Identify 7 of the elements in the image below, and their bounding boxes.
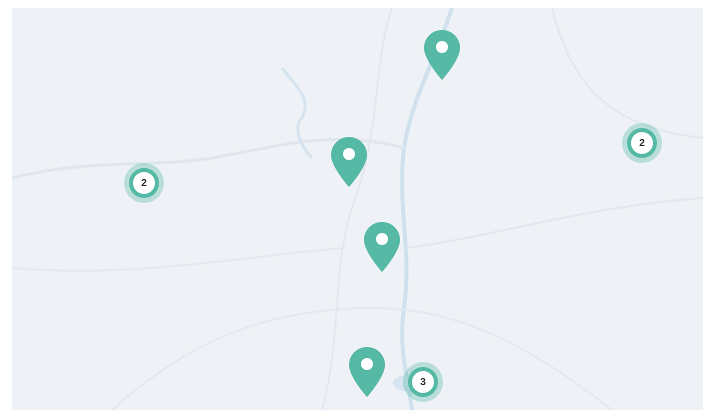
map-pin-icon[interactable] xyxy=(364,222,400,272)
cluster-marker[interactable]: 3 xyxy=(412,371,434,393)
map-pin-icon[interactable] xyxy=(349,347,385,397)
cluster-marker[interactable]: 2 xyxy=(631,132,653,154)
map-pin-icon[interactable] xyxy=(424,30,460,80)
cluster-marker[interactable]: 2 xyxy=(133,172,155,194)
map-pin-icon[interactable] xyxy=(331,137,367,187)
